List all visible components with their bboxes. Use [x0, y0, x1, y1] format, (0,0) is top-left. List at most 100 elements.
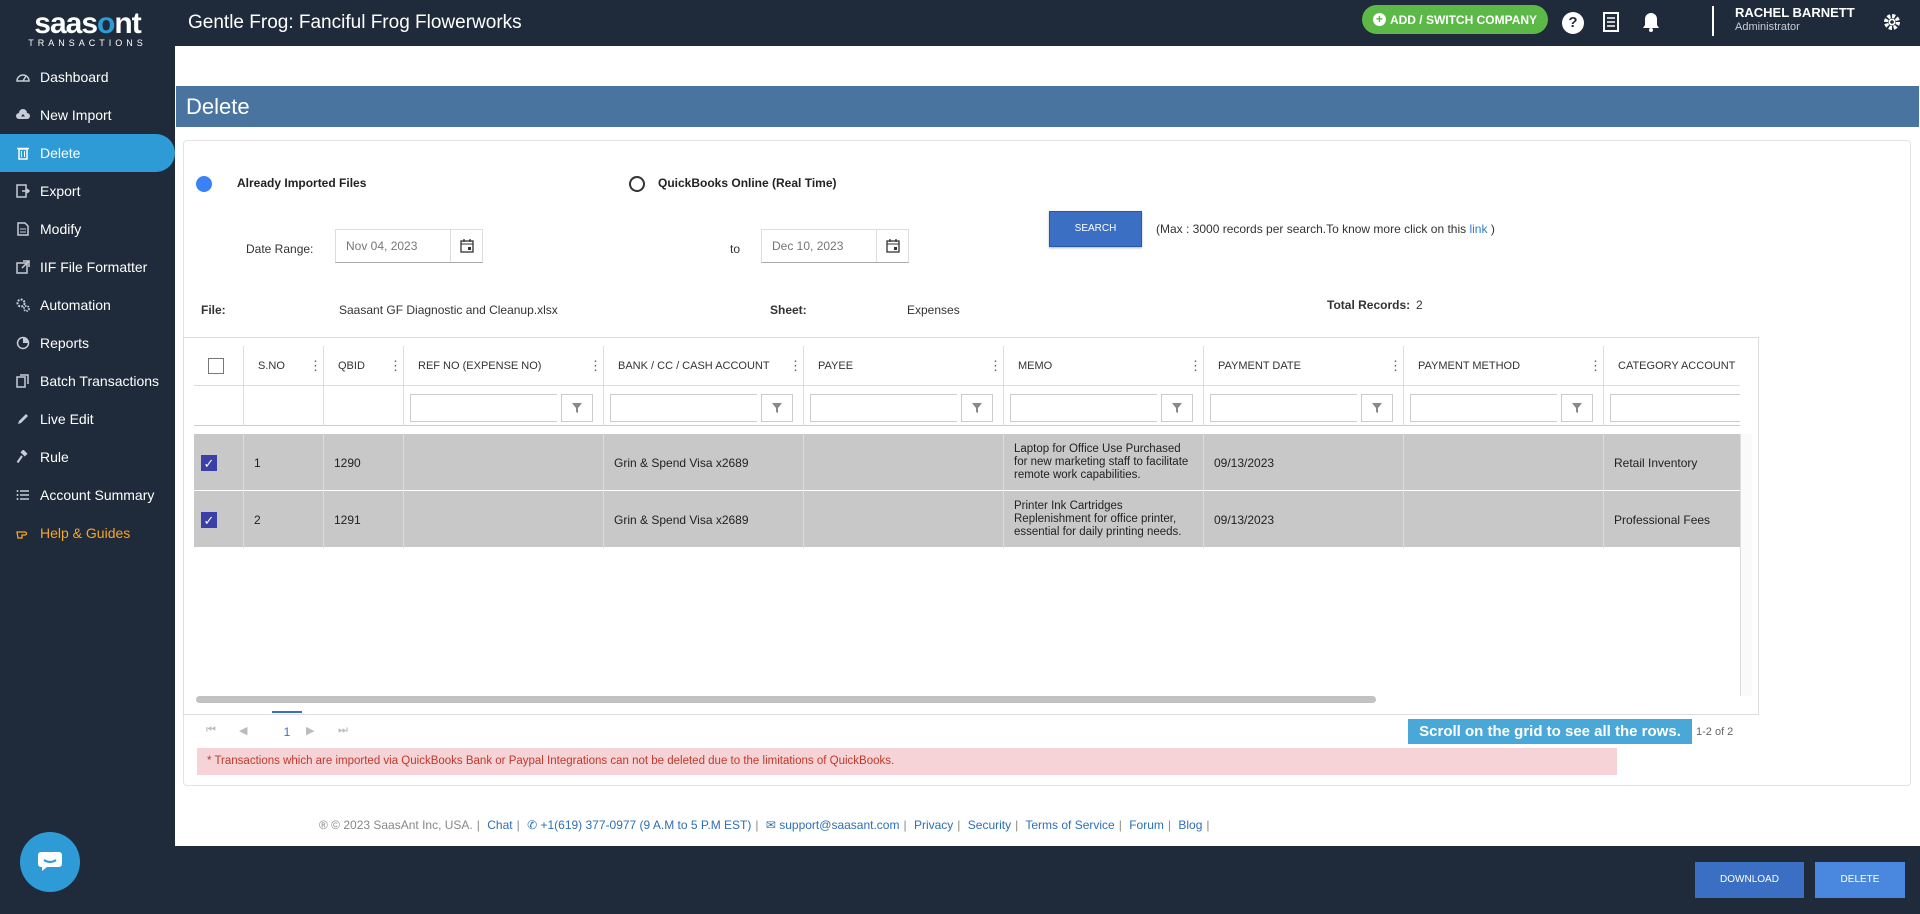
delete-button[interactable]: DELETE [1815, 862, 1905, 898]
dashboard-icon [16, 70, 30, 84]
search-button[interactable]: SEARCH [1049, 211, 1142, 247]
learn-more-link[interactable]: link [1469, 222, 1487, 236]
filter-input[interactable] [810, 394, 957, 422]
add-switch-company-button[interactable]: + ADD / SWITCH COMPANY [1362, 5, 1548, 34]
col-header-payee[interactable]: PAYEE ⋮ [804, 346, 1004, 386]
sidebar-item-iif-file-formatter[interactable]: IIF File Formatter [0, 248, 175, 286]
documents-button[interactable] [1600, 11, 1622, 34]
sidebar-item-account-summary[interactable]: Account Summary [0, 476, 175, 514]
filter-input[interactable] [1610, 394, 1740, 422]
table-row[interactable]: ✓ 2 1291 Grin & Spend Visa x2689 Printer… [194, 491, 1740, 548]
prev-page-icon[interactable]: ◀ [239, 724, 247, 737]
sidebar-item-dashboard[interactable]: Dashboard [0, 58, 175, 96]
email-link[interactable]: support@saasant.com [779, 818, 899, 832]
sidebar-item-export[interactable]: Export [0, 172, 175, 210]
total-records-label: Total Records: [1327, 298, 1411, 312]
column-menu-icon[interactable]: ⋮ [389, 359, 402, 372]
col-header-memo[interactable]: MEMO ⋮ [1004, 346, 1204, 386]
notifications-button[interactable] [1640, 12, 1662, 34]
filter-icon[interactable] [561, 394, 593, 422]
cell-payee [804, 434, 1004, 491]
sidebar-item-batch-transactions[interactable]: Batch Transactions [0, 362, 175, 400]
download-button[interactable]: DOWNLOAD [1695, 862, 1804, 898]
copy-icon [16, 374, 30, 388]
settings-button[interactable] [1881, 12, 1903, 34]
scrollbar-thumb[interactable] [196, 696, 1376, 703]
user-role: Administrator [1735, 21, 1800, 33]
column-menu-icon[interactable]: ⋮ [989, 359, 1002, 372]
sheet-label: Sheet: [770, 303, 807, 317]
security-link[interactable]: Security [968, 818, 1011, 832]
sidebar-item-delete[interactable]: Delete [0, 134, 175, 172]
filter-input[interactable] [1410, 394, 1557, 422]
row-checkbox[interactable]: ✓ [201, 454, 217, 471]
column-menu-icon[interactable]: ⋮ [789, 359, 802, 372]
column-menu-icon[interactable]: ⋮ [309, 359, 322, 372]
filter-input[interactable] [1210, 394, 1357, 422]
filter-icon[interactable] [761, 394, 793, 422]
quickbooks-online-radio[interactable] [629, 176, 645, 192]
col-header-payment-date[interactable]: PAYMENT DATE ⋮ [1204, 346, 1404, 386]
filter-icon[interactable] [1361, 394, 1393, 422]
chat-launcher-button[interactable] [20, 832, 80, 892]
terms-link[interactable]: Terms of Service [1025, 818, 1114, 832]
forum-link[interactable]: Forum [1129, 818, 1164, 832]
from-date-field[interactable]: Nov 04, 2023 [335, 229, 483, 263]
trash-icon [16, 146, 30, 160]
filter-icon[interactable] [961, 394, 993, 422]
grid-vertical-scrollbar[interactable] [1740, 434, 1752, 696]
col-header-ref-no[interactable]: REF NO (EXPENSE NO) ⋮ [404, 346, 604, 386]
grid-horizontal-scrollbar[interactable] [196, 694, 1742, 704]
envelope-icon: ✉ [765, 818, 776, 832]
filter-icon[interactable] [1561, 394, 1593, 422]
sidebar-item-help-guides[interactable]: Help & Guides [0, 514, 175, 552]
chat-link[interactable]: Chat [487, 818, 512, 832]
filter-cell-payee [804, 386, 1004, 426]
sidebar-item-live-edit[interactable]: Live Edit [0, 400, 175, 438]
sidebar-item-modify[interactable]: Modify [0, 210, 175, 248]
sidebar-item-reports[interactable]: Reports [0, 324, 175, 362]
column-menu-icon[interactable]: ⋮ [589, 359, 602, 372]
sidebar-item-new-import[interactable]: New Import [0, 96, 175, 134]
cell-payee [804, 491, 1004, 548]
user-name[interactable]: RACHEL BARNETT [1735, 5, 1855, 20]
col-header-bank-account[interactable]: BANK / CC / CASH ACCOUNT ⋮ [604, 346, 804, 386]
last-page-icon[interactable]: ⏭ [338, 724, 348, 737]
already-imported-radio[interactable] [196, 176, 212, 192]
calendar-icon[interactable] [876, 230, 908, 262]
sheet-value: Expenses [907, 303, 960, 317]
to-date-field[interactable]: Dec 10, 2023 [761, 229, 909, 263]
quickbooks-online-label[interactable]: QuickBooks Online (Real Time) [658, 176, 837, 190]
header-separator [1712, 6, 1714, 36]
table-row[interactable]: ✓ 1 1290 Grin & Spend Visa x2689 Laptop … [194, 434, 1740, 491]
col-header-qbid[interactable]: QBID ⋮ [324, 346, 404, 386]
next-page-icon[interactable]: ▶ [306, 724, 314, 737]
col-header-payment-method[interactable]: PAYMENT METHOD ⋮ [1404, 346, 1604, 386]
select-all-checkbox[interactable] [208, 357, 224, 374]
filter-icon[interactable] [1161, 394, 1193, 422]
column-menu-icon[interactable]: ⋮ [1189, 359, 1202, 372]
filter-input[interactable] [410, 394, 557, 422]
filter-input[interactable] [610, 394, 757, 422]
already-imported-label[interactable]: Already Imported Files [237, 176, 366, 190]
privacy-link[interactable]: Privacy [914, 818, 953, 832]
phone-link[interactable]: +1(619) 377-0977 (9 A.M to 5 P.M EST) [540, 818, 751, 832]
plus-circle-icon: + [1372, 13, 1386, 26]
col-header-sno[interactable]: S.NO ⋮ [244, 346, 324, 386]
grid-viewport[interactable]: S.NO ⋮ QBID ⋮ REF NO (EXPENSE NO) ⋮ BANK / … [194, 346, 1740, 632]
sidebar-item-automation[interactable]: Automation [0, 286, 175, 324]
records-grid: S.NO ⋮ QBID ⋮ REF NO (EXPENSE NO) ⋮ BANK / … [183, 337, 1759, 715]
export-icon [16, 184, 30, 198]
calendar-icon[interactable] [450, 230, 482, 262]
help-button[interactable]: ? [1562, 12, 1584, 34]
first-page-icon[interactable]: ⏮ [206, 724, 216, 737]
saasant-logo[interactable]: saasont TRANSACTIONS [0, 0, 175, 58]
row-checkbox[interactable]: ✓ [201, 511, 217, 528]
column-menu-icon[interactable]: ⋮ [1389, 359, 1402, 372]
column-menu-icon[interactable]: ⋮ [1589, 359, 1602, 372]
col-header-category-account[interactable]: CATEGORY ACCOUNT [1604, 346, 1740, 386]
sidebar-item-rule[interactable]: Rule [0, 438, 175, 476]
blog-link[interactable]: Blog [1178, 818, 1202, 832]
page-number[interactable]: 1 [272, 711, 302, 751]
filter-input[interactable] [1010, 394, 1157, 422]
